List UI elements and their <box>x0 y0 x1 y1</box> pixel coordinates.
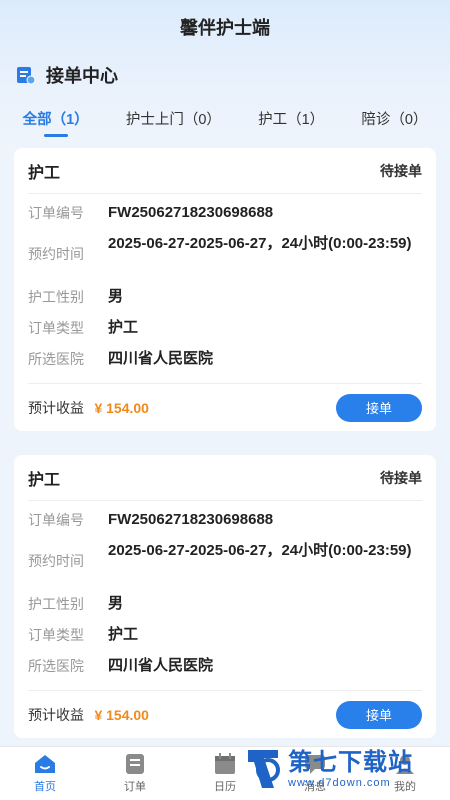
row-label: 订单编号 <box>28 512 84 528</box>
section-header: 接单中心 <box>16 62 118 88</box>
caregiver-gender-row: 护工性别 男 <box>28 593 422 624</box>
row-value: 男 <box>108 595 124 612</box>
order-icon <box>123 753 147 775</box>
order-number-row: 订单编号 FW25062718230698688 <box>28 202 422 233</box>
nav-orders[interactable]: 订单 <box>90 747 180 800</box>
card-type: 护工 <box>28 164 61 182</box>
accept-order-button[interactable]: 接单 <box>336 393 422 422</box>
row-value: FW25062718230698688 <box>108 204 274 221</box>
calendar-icon <box>213 753 237 775</box>
card-footer: 预计收益 ¥ 154.00 接单 <box>28 383 422 431</box>
order-type-row: 订单类型 护工 <box>28 317 422 348</box>
order-type-row: 订单类型 护工 <box>28 624 422 655</box>
watermark-title: 第七下载站 <box>288 749 413 776</box>
row-label: 预约时间 <box>28 553 84 569</box>
card-header: 护工 待接单 <box>28 148 422 194</box>
nav-home[interactable]: 首页 <box>0 747 90 800</box>
tab-all[interactable]: 全部（1） <box>23 108 89 135</box>
card-status: 待接单 <box>380 469 422 486</box>
order-number-row: 订单编号 FW25062718230698688 <box>28 509 422 540</box>
card-footer: 预计收益 ¥ 154.00 接单 <box>28 690 422 738</box>
nav-label: 日历 <box>214 781 236 793</box>
watermark-url: www.d7down.com <box>288 777 391 789</box>
tab-escort[interactable]: 陪诊（0） <box>361 108 427 135</box>
order-card: 护工 待接单 订单编号 FW25062718230698688 预约时间 202… <box>14 148 436 431</box>
row-value: 男 <box>108 288 124 305</box>
card-header: 护工 待接单 <box>28 455 422 501</box>
row-label: 护工性别 <box>28 289 84 305</box>
earnings-value: ¥ 154.00 <box>94 399 149 416</box>
earnings-label: 预计收益 <box>28 399 84 416</box>
row-label: 预约时间 <box>28 246 84 262</box>
row-label: 订单类型 <box>28 627 84 643</box>
tab-caregiver[interactable]: 护工（1） <box>258 108 324 135</box>
row-value: FW25062718230698688 <box>108 511 274 528</box>
row-value: 四川省人民医院 <box>108 350 214 367</box>
row-label: 订单编号 <box>28 205 84 221</box>
home-icon <box>33 753 57 775</box>
order-card: 护工 待接单 订单编号 FW25062718230698688 预约时间 202… <box>14 455 436 738</box>
hospital-row: 所选医院 四川省人民医院 <box>28 348 422 379</box>
row-value: 四川省人民医院 <box>108 657 214 674</box>
card-status: 待接单 <box>380 162 422 179</box>
card-type: 护工 <box>28 471 61 489</box>
row-value: 2025-06-27-2025-06-27，24小时(0:00-23:59) <box>108 235 412 252</box>
row-label: 所选医院 <box>28 351 84 367</box>
appointment-time-row: 预约时间 2025-06-27-2025-06-27，24小时(0:00-23:… <box>28 233 422 286</box>
row-value: 护工 <box>108 626 139 643</box>
earnings-label: 预计收益 <box>28 706 84 723</box>
row-value: 2025-06-27-2025-06-27，24小时(0:00-23:59) <box>108 542 412 559</box>
accept-order-button[interactable]: 接单 <box>336 700 422 729</box>
watermark: 第七下载站 www.d7down.com <box>244 744 444 794</box>
row-value: 护工 <box>108 319 139 336</box>
appointment-time-row: 预约时间 2025-06-27-2025-06-27，24小时(0:00-23:… <box>28 540 422 593</box>
app-title: 馨伴护士端 <box>180 18 270 38</box>
nav-label: 订单 <box>124 781 146 793</box>
earnings-value: ¥ 154.00 <box>94 706 149 723</box>
row-label: 订单类型 <box>28 320 84 336</box>
caregiver-gender-row: 护工性别 男 <box>28 286 422 317</box>
row-label: 护工性别 <box>28 596 84 612</box>
hospital-row: 所选医院 四川省人民医院 <box>28 655 422 686</box>
nav-label: 首页 <box>34 781 56 793</box>
row-label: 所选医院 <box>28 658 84 674</box>
order-center-icon <box>16 65 36 85</box>
order-tabs: 全部（1） 护士上门（0） 护工（1） 陪诊（0） <box>0 106 450 136</box>
watermark-logo-icon <box>244 748 282 790</box>
tab-nurse-visit[interactable]: 护士上门（0） <box>126 108 221 135</box>
section-title: 接单中心 <box>46 66 118 86</box>
